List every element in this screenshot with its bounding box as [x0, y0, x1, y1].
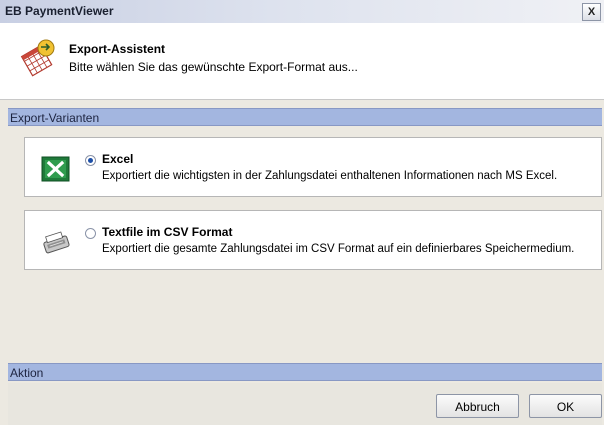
ok-button[interactable]: OK — [529, 394, 602, 418]
wizard-subtitle: Bitte wählen Sie das gewünschte Export-F… — [69, 60, 358, 74]
close-button[interactable]: X — [582, 3, 601, 21]
option-excel-description: Exportiert die wichtigsten in der Zahlun… — [102, 170, 558, 182]
wizard-title: Export-Assistent — [69, 42, 166, 56]
radio-csv[interactable] — [85, 228, 96, 239]
window-title: EB PaymentViewer — [5, 4, 114, 18]
cancel-button[interactable]: Abbruch — [436, 394, 519, 418]
title-bar[interactable]: EB PaymentViewer X — [0, 0, 604, 23]
section-export-variants: Export-Varianten — [8, 108, 602, 126]
option-excel[interactable]: Excel Exportiert die wichtigsten in der … — [24, 137, 602, 197]
radio-excel[interactable] — [85, 155, 96, 166]
option-csv-description: Exportiert die gesamte Zahlungsdatei im … — [102, 243, 575, 255]
wizard-header: Export-Assistent Bitte wählen Sie das ge… — [0, 23, 604, 100]
section-export-variants-label: Export-Varianten — [10, 111, 100, 125]
excel-icon — [41, 156, 70, 182]
section-action: Aktion — [8, 363, 602, 381]
option-csv[interactable]: Textfile im CSV Format Exportiert die ge… — [24, 210, 602, 270]
export-assistant-window: EB PaymentViewer X Export-Assistent Bitt… — [0, 0, 604, 425]
option-csv-title: Textfile im CSV Format — [102, 225, 233, 239]
printer-icon — [43, 231, 70, 254]
section-action-label: Aktion — [10, 366, 44, 380]
export-wizard-icon — [20, 39, 55, 77]
option-excel-title: Excel — [102, 152, 134, 166]
